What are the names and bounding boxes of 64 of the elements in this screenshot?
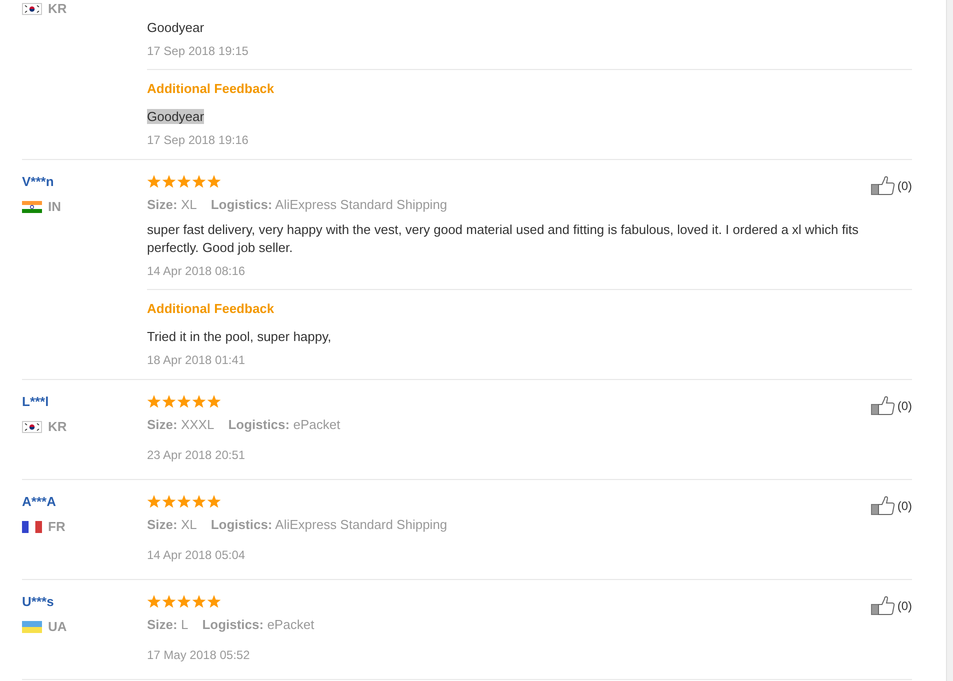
star-icon	[162, 395, 176, 409]
size-info: Size: XL	[147, 196, 197, 214]
user-name-link[interactable]: A***A	[22, 493, 56, 511]
logistics-info: Logistics: AliExpress Standard Shipping	[210, 516, 448, 534]
star-icon	[207, 495, 221, 509]
star-icon	[162, 495, 176, 509]
logistics-info: Logistics: AliExpress Standard Shipping	[210, 196, 448, 214]
user-name-link[interactable]: U***s	[22, 593, 54, 611]
helpful-button[interactable]: (0)	[871, 496, 912, 515]
review-date: 14 Apr 2018 08:16	[147, 263, 246, 280]
feedback-text: Goodyear	[147, 109, 204, 124]
logistics-info: Logistics: ePacket	[228, 416, 340, 434]
helpful-button[interactable]: (0)	[871, 176, 912, 195]
thumbs-up-icon	[871, 176, 896, 195]
star-icon	[162, 595, 176, 609]
thumbs-up-icon	[871, 396, 896, 415]
flag-icon	[22, 421, 42, 433]
flag-icon	[22, 3, 42, 15]
star-icon	[177, 175, 191, 189]
helpful-button[interactable]: (0)	[871, 596, 912, 615]
country-code: FR	[48, 518, 66, 536]
star-icon	[147, 395, 161, 409]
user-name-link[interactable]: V***n	[22, 173, 54, 191]
star-icon	[147, 595, 161, 609]
feedback-text: Tried it in the pool, super happy,	[147, 329, 332, 344]
country-code: UA	[48, 618, 67, 636]
review-date: 23 Apr 2018 20:51	[147, 447, 246, 464]
star-icon	[207, 175, 221, 189]
size-info: Size: XXXL	[147, 416, 214, 434]
review-text: super fast delivery, very happy with the vest, very good material used and fitting is fabulous, loved it. I ordered a xl which fits perfectly. Good job seller.	[147, 221, 860, 257]
review-date: 14 Apr 2018 05:04	[147, 547, 246, 564]
star-icon	[162, 175, 176, 189]
star-icon	[192, 175, 206, 189]
user-name-link[interactable]: L***l	[22, 393, 49, 411]
feedback-date: 18 Apr 2018 01:41	[147, 352, 246, 369]
size-info: Size: L	[147, 616, 188, 634]
star-icon	[207, 395, 221, 409]
feedback-date: 17 Sep 2018 19:16	[147, 132, 248, 149]
country-code: KR	[48, 418, 67, 436]
review-date: 17 Sep 2018 19:15	[147, 43, 248, 60]
review-date: 17 May 2018 05:52	[147, 647, 250, 664]
star-icon	[177, 595, 191, 609]
review-text: Goodyear	[147, 19, 206, 37]
thumbs-up-icon	[871, 596, 896, 615]
star-icon	[177, 495, 191, 509]
star-icon	[147, 175, 161, 189]
country-code: IN	[48, 198, 61, 216]
star-icon	[192, 595, 206, 609]
flag-icon	[22, 201, 42, 213]
logistics-info: Logistics: ePacket	[202, 616, 314, 634]
size-info: Size: XL	[147, 516, 197, 534]
thumbs-up-icon	[871, 496, 896, 515]
flag-icon	[22, 521, 42, 533]
star-icon	[177, 395, 191, 409]
additional-feedback-heading: Additional Feedback	[147, 300, 274, 318]
star-icon	[147, 495, 161, 509]
country-code: KR	[48, 0, 67, 18]
scrollbar[interactable]	[946, 0, 953, 681]
additional-feedback-heading: Additional Feedback	[147, 80, 274, 98]
flag-icon	[22, 621, 42, 633]
helpful-button[interactable]: (0)	[871, 396, 912, 415]
star-icon	[192, 395, 206, 409]
star-icon	[207, 595, 221, 609]
star-icon	[192, 495, 206, 509]
